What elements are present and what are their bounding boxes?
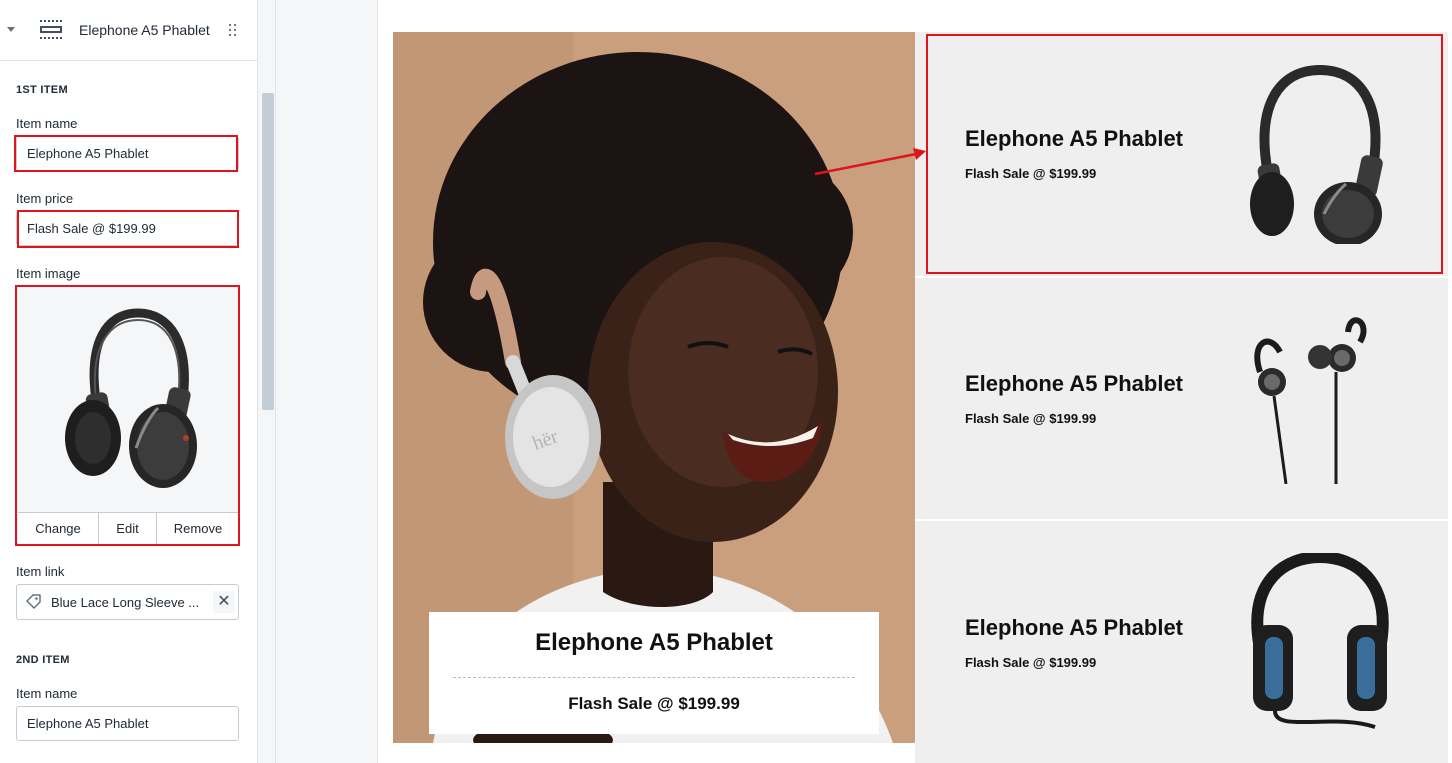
studio-headphones-image xyxy=(1251,553,1389,729)
product-price: Flash Sale @ $199.99 xyxy=(965,411,1097,426)
hero-caption-card: Elephone A5 Phablet Flash Sale @ $199.99 xyxy=(429,612,879,734)
sidebar-scrollbar-thumb[interactable] xyxy=(262,93,274,410)
item-link-field[interactable]: Blue Lace Long Sleeve ... ✕ xyxy=(16,584,239,620)
product-card[interactable]: Elephone A5 Phablet Flash Sale @ $199.99 xyxy=(915,520,1448,763)
section-icon xyxy=(40,20,62,39)
hero-title: Elephone A5 Phablet xyxy=(535,629,773,656)
divider xyxy=(453,677,855,678)
product-title: Elephone A5 Phablet xyxy=(965,615,1184,640)
highlight-box xyxy=(17,210,239,248)
callout-arrow-icon xyxy=(814,148,926,176)
first-item-heading: 1ST ITEM xyxy=(16,84,68,96)
second-item-heading: 2ND ITEM xyxy=(16,654,70,666)
highlight-box xyxy=(15,285,240,546)
item-name-field[interactable]: Elephone A5 Phablet xyxy=(16,706,239,741)
item-link-label: Item link xyxy=(16,564,65,579)
section-header[interactable]: Elephone A5 Phablet xyxy=(0,0,257,61)
section-title: Elephone A5 Phablet xyxy=(79,22,210,38)
item-image-label: Item image xyxy=(16,266,81,281)
item-name-label: Item name xyxy=(16,686,78,701)
item-link-value: Blue Lace Long Sleeve ... xyxy=(51,595,200,610)
product-price: Flash Sale @ $199.99 xyxy=(965,655,1097,670)
item-name-label: Item name xyxy=(16,116,78,131)
highlight-box xyxy=(926,34,1443,274)
clear-link-icon[interactable]: ✕ xyxy=(213,591,235,613)
hero-price: Flash Sale @ $199.99 xyxy=(568,694,740,713)
collapse-caret-icon[interactable] xyxy=(7,27,15,32)
highlight-box xyxy=(14,135,238,172)
drag-handle-icon[interactable] xyxy=(229,24,237,36)
item-price-label: Item price xyxy=(16,191,74,206)
product-title: Elephone A5 Phablet xyxy=(965,371,1184,396)
tag-icon xyxy=(26,594,41,609)
earbuds-image xyxy=(1254,317,1367,484)
settings-sidebar: Elephone A5 Phablet 1ST ITEM Item name E… xyxy=(0,0,258,763)
product-card[interactable]: Elephone A5 Phablet Flash Sale @ $199.99 xyxy=(915,277,1448,519)
